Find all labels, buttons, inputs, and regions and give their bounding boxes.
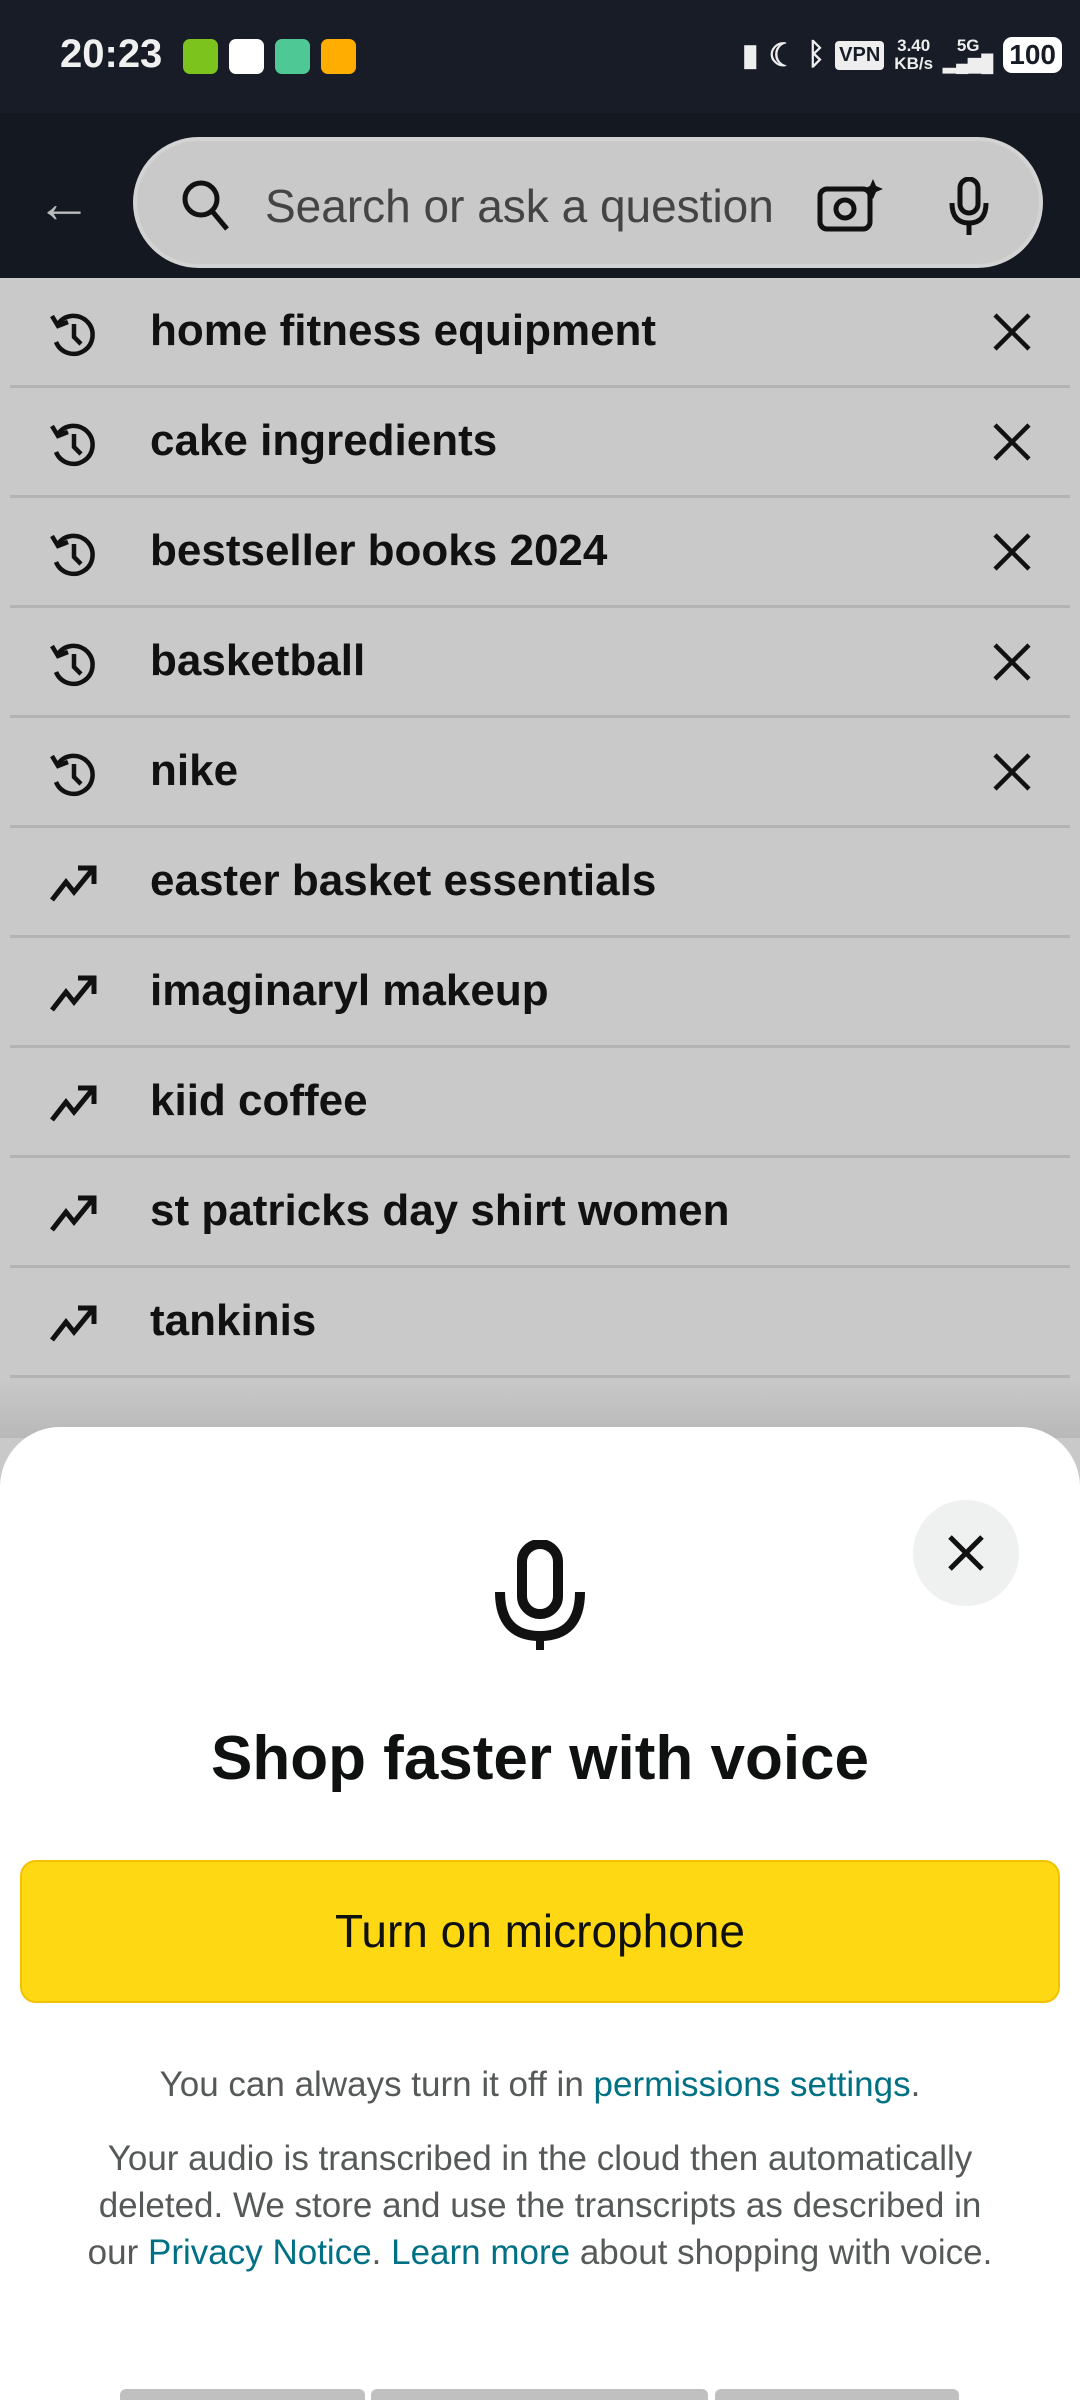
back-arrow-icon[interactable]: ← — [36, 175, 92, 231]
permissions-settings-link[interactable]: permissions settings — [594, 2065, 911, 2104]
search-bar[interactable]: Search or ask a question — [133, 137, 1043, 268]
suggestion-label: basketball — [150, 636, 366, 685]
tools-app-icon — [321, 39, 356, 74]
permissions-note: You can always turn it off in permission… — [0, 2065, 1080, 2105]
suggestion-label: cake ingredients — [150, 416, 498, 465]
vpn-badge: VPN — [835, 40, 885, 70]
remove-history-icon[interactable] — [992, 422, 1032, 467]
suggestion-item[interactable]: cake ingredients — [10, 388, 1070, 498]
vibrate-icon: ▮ — [741, 38, 759, 72]
suggestion-item[interactable]: st patricks day shirt women — [10, 1158, 1070, 1268]
close-button[interactable] — [913, 1500, 1019, 1606]
status-bar: 20:23 ▮ ☾ ᛒ VPN 3.40 KB/s 5G ▂▄▆█ 100 — [0, 0, 1080, 113]
remove-history-icon[interactable] — [992, 752, 1032, 797]
learn-more-link[interactable]: Learn more — [391, 2233, 570, 2272]
bluetooth-icon: ᛒ — [807, 38, 826, 71]
nav-button-back[interactable] — [715, 2389, 959, 2400]
turn-on-microphone-button[interactable]: Turn on microphone — [20, 1860, 1060, 2003]
suggestion-label: tankinis — [150, 1296, 317, 1345]
dnd-moon-icon: ☾ — [768, 37, 798, 73]
search-icon — [182, 180, 229, 231]
search-input[interactable]: Search or ask a question — [265, 179, 774, 233]
note-end: . — [910, 2065, 921, 2104]
signal-icon: 5G ▂▄▆█ — [943, 36, 994, 73]
history-clock-icon — [48, 530, 98, 585]
suggestion-item[interactable]: nike — [10, 718, 1070, 828]
nav-button-home[interactable] — [371, 2389, 708, 2400]
remove-history-icon[interactable] — [992, 532, 1032, 577]
history-clock-icon — [48, 750, 98, 805]
suggestion-item[interactable]: imaginaryl makeup — [10, 938, 1070, 1048]
suggestion-list: home fitness equipment cake ingredients be… — [0, 278, 1080, 1378]
suggestion-label: kiid coffee — [150, 1076, 368, 1125]
suggestion-label: imaginaryl makeup — [150, 966, 549, 1015]
remove-history-icon[interactable] — [992, 312, 1032, 357]
voice-permission-sheet: Shop faster with voice Turn on microphon… — [0, 1427, 1080, 2400]
history-clock-icon — [48, 640, 98, 695]
suggestion-item[interactable]: tankinis — [10, 1268, 1070, 1378]
remove-history-icon[interactable] — [992, 642, 1032, 687]
suggestion-label: easter basket essentials — [150, 856, 657, 905]
trending-arrow-icon — [48, 970, 98, 1025]
privacy-notice-link[interactable]: Privacy Notice — [148, 2233, 372, 2272]
nav-button-recents[interactable] — [120, 2389, 365, 2400]
clock: 20:23 — [60, 32, 163, 76]
microphone-icon[interactable] — [949, 177, 989, 237]
suggestion-label: st patricks day shirt women — [150, 1186, 730, 1235]
note-text: You can always turn it off in — [159, 2065, 594, 2104]
suggestion-label: home fitness equipment — [150, 306, 657, 355]
trending-arrow-icon — [48, 1190, 98, 1245]
suggestion-item[interactable]: home fitness equipment — [10, 278, 1070, 388]
close-icon — [948, 1535, 984, 1571]
trending-arrow-icon — [48, 860, 98, 915]
battery-app-icon — [183, 39, 218, 74]
suggestion-label: nike — [150, 746, 239, 795]
suggestion-item[interactable]: basketball — [10, 608, 1070, 718]
privacy-end: about shopping with voice. — [570, 2233, 993, 2272]
microphone-icon — [495, 1540, 585, 1650]
usb-app-icon — [275, 39, 310, 74]
camera-sparkle-icon[interactable] — [817, 177, 883, 233]
privacy-note: Your audio is transcribed in the cloud t… — [70, 2135, 1010, 2276]
suggestion-label: bestseller books 2024 — [150, 526, 608, 575]
trending-arrow-icon — [48, 1300, 98, 1355]
battery-indicator: 100 — [1003, 37, 1062, 73]
history-clock-icon — [48, 420, 98, 475]
suggestion-item[interactable]: bestseller books 2024 — [10, 498, 1070, 608]
cat-app-icon — [229, 39, 264, 74]
privacy-sep: . — [371, 2233, 392, 2272]
history-clock-icon — [48, 310, 98, 365]
trending-arrow-icon — [48, 1080, 98, 1135]
sheet-title: Shop faster with voice — [210, 1724, 870, 1793]
suggestion-item[interactable]: kiid coffee — [10, 1048, 1070, 1158]
network-speed: 3.40 KB/s — [894, 36, 934, 73]
suggestion-item[interactable]: easter basket essentials — [10, 828, 1070, 938]
